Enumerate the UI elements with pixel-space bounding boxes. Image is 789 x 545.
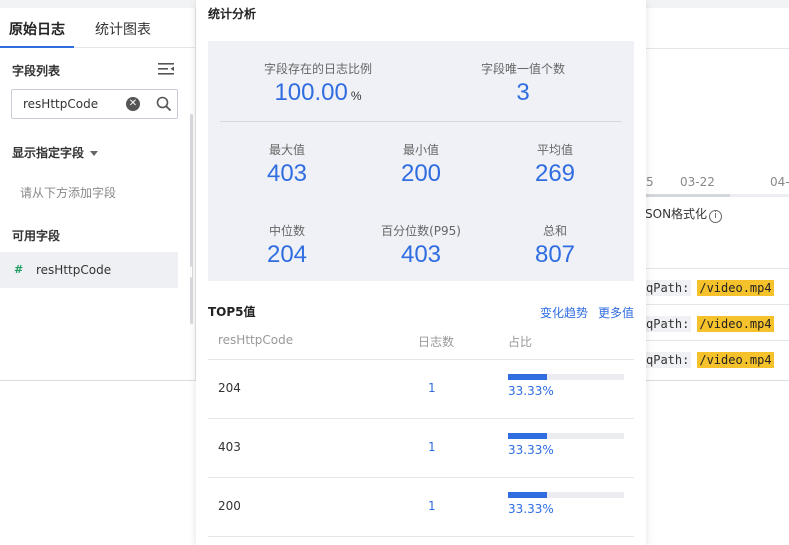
stat-unique-count: 字段唯一值个数 3: [463, 60, 583, 107]
stat-value: 204: [266, 241, 308, 268]
axis-date: 5: [646, 175, 654, 189]
stat-label: 字段存在的日志比例: [263, 62, 372, 76]
row-percent: 33.33%: [508, 443, 554, 457]
stat-min: 最小值 200: [371, 141, 471, 188]
log-row: qPath: /video.mp4: [644, 280, 774, 296]
log-key: qPath:: [644, 316, 692, 332]
active-tab-indicator: [0, 46, 74, 48]
row-percent: 33.33%: [508, 384, 554, 398]
stat-label: 平均值: [536, 143, 573, 157]
field-sidebar: 原始日志 统计图表 字段列表 resHttpCode ✕ 显示指定字段 请从下方…: [0, 8, 196, 380]
json-format-label: SON格式化: [645, 207, 708, 221]
view-tabs: 原始日志 统计图表: [0, 8, 196, 48]
tab-raw-logs[interactable]: 原始日志: [9, 19, 65, 39]
search-icon[interactable]: [156, 96, 172, 112]
stat-value: 100.00%: [253, 79, 383, 107]
json-format-toggle[interactable]: SON格式化 i: [645, 205, 723, 223]
stat-label: 总和: [542, 224, 567, 238]
show-fields-label: 显示指定字段: [12, 146, 85, 160]
row-value: 204: [218, 381, 241, 395]
row-percent: 33.33%: [508, 502, 554, 516]
stat-label: 最大值: [268, 143, 305, 157]
collapse-menu-icon[interactable]: [158, 63, 174, 75]
sidebar-scrollbar[interactable]: [190, 114, 193, 324]
stats-panel: 字段存在的日志比例 100.00% 字段唯一值个数 3 最大值 403 最小值 …: [208, 41, 634, 281]
stat-value: 200: [400, 160, 442, 187]
top5-title: TOP5值: [208, 305, 256, 319]
ratio-bar: [508, 492, 624, 498]
divider: [646, 340, 789, 341]
column-header-count: 日志数: [418, 335, 455, 349]
axis-date: 04-: [770, 175, 789, 189]
stat-value: 3: [516, 79, 530, 106]
column-header-value: resHttpCode: [218, 333, 294, 347]
stat-label: 百分位数(P95): [381, 224, 461, 238]
show-fields-toggle[interactable]: 显示指定字段: [12, 144, 99, 161]
stat-number: 100.00: [274, 79, 348, 106]
log-key: qPath:: [644, 280, 692, 296]
table-row: 204 1 33.33%: [208, 360, 634, 419]
stat-label: 中位数: [268, 224, 305, 238]
chart-scrollbar[interactable]: [646, 194, 789, 197]
field-stats-popup: 统计分析 字段存在的日志比例 100.00% 字段唯一值个数 3 最大值 403…: [196, 0, 646, 545]
popup-pointer: [185, 266, 192, 278]
log-value-highlight[interactable]: /video.mp4: [697, 280, 774, 296]
row-value: 200: [218, 499, 241, 513]
row-value: 403: [218, 440, 241, 454]
stat-max: 最大值 403: [237, 141, 337, 188]
ratio-bar-fill: [508, 433, 547, 439]
search-value: resHttpCode: [23, 97, 99, 111]
row-count-link[interactable]: 1: [428, 440, 436, 454]
scroll-thumb[interactable]: [646, 194, 730, 197]
axis-date: 03-22: [680, 175, 715, 189]
add-field-hint: 请从下方添加字段: [20, 186, 117, 200]
trend-link[interactable]: 变化趋势: [540, 304, 588, 321]
stat-avg: 平均值 269: [505, 141, 605, 188]
info-icon[interactable]: i: [709, 210, 723, 223]
more-values-link[interactable]: 更多值: [598, 304, 634, 321]
log-value-highlight[interactable]: /video.mp4: [697, 352, 774, 368]
row-count-link[interactable]: 1: [428, 381, 436, 395]
column-header-ratio: 占比: [508, 335, 533, 349]
stat-value: 403: [266, 160, 308, 187]
field-search-input[interactable]: resHttpCode ✕: [11, 89, 178, 119]
stat-sum: 总和 807: [505, 222, 605, 269]
stat-median: 中位数 204: [237, 222, 337, 269]
stat-value: 403: [400, 241, 442, 268]
stat-label: 字段唯一值个数: [480, 62, 565, 76]
popup-title: 统计分析: [208, 7, 257, 21]
divider: [646, 304, 789, 305]
tab-charts[interactable]: 统计图表: [95, 19, 151, 39]
stat-value: 269: [534, 160, 576, 187]
ratio-bar-fill: [508, 492, 547, 498]
stat-label: 最小值: [402, 143, 439, 157]
field-name: resHttpCode: [36, 263, 112, 277]
stat-value: 807: [534, 241, 576, 268]
row-count-link[interactable]: 1: [428, 499, 436, 513]
log-row: qPath: /video.mp4: [644, 352, 774, 368]
log-key: qPath:: [644, 352, 692, 368]
log-value-highlight[interactable]: /video.mp4: [697, 316, 774, 332]
stat-p95: 百分位数(P95) 403: [361, 222, 481, 269]
ratio-bar: [508, 374, 624, 380]
divider: [646, 268, 789, 269]
available-fields-title: 可用字段: [12, 229, 61, 243]
clear-icon[interactable]: ✕: [126, 97, 140, 111]
stat-unit: %: [350, 89, 362, 103]
numeric-field-icon: #: [14, 263, 24, 276]
field-list-title: 字段列表: [12, 64, 61, 78]
divider: [220, 121, 622, 122]
caret-down-icon: [90, 151, 99, 156]
table-row: 403 1 33.33%: [208, 419, 634, 478]
table-row: 200 1 33.33%: [208, 478, 634, 537]
log-area-background: 5 03-22 04- SON格式化 i qPath: /video.mp4 qPa…: [644, 8, 789, 380]
ratio-bar: [508, 433, 624, 439]
stat-log-ratio: 字段存在的日志比例 100.00%: [253, 60, 383, 107]
field-item-reshttpcode[interactable]: # resHttpCode: [0, 252, 178, 288]
log-row: qPath: /video.mp4: [644, 316, 774, 332]
ratio-bar-fill: [508, 374, 547, 380]
divider: [646, 48, 789, 49]
